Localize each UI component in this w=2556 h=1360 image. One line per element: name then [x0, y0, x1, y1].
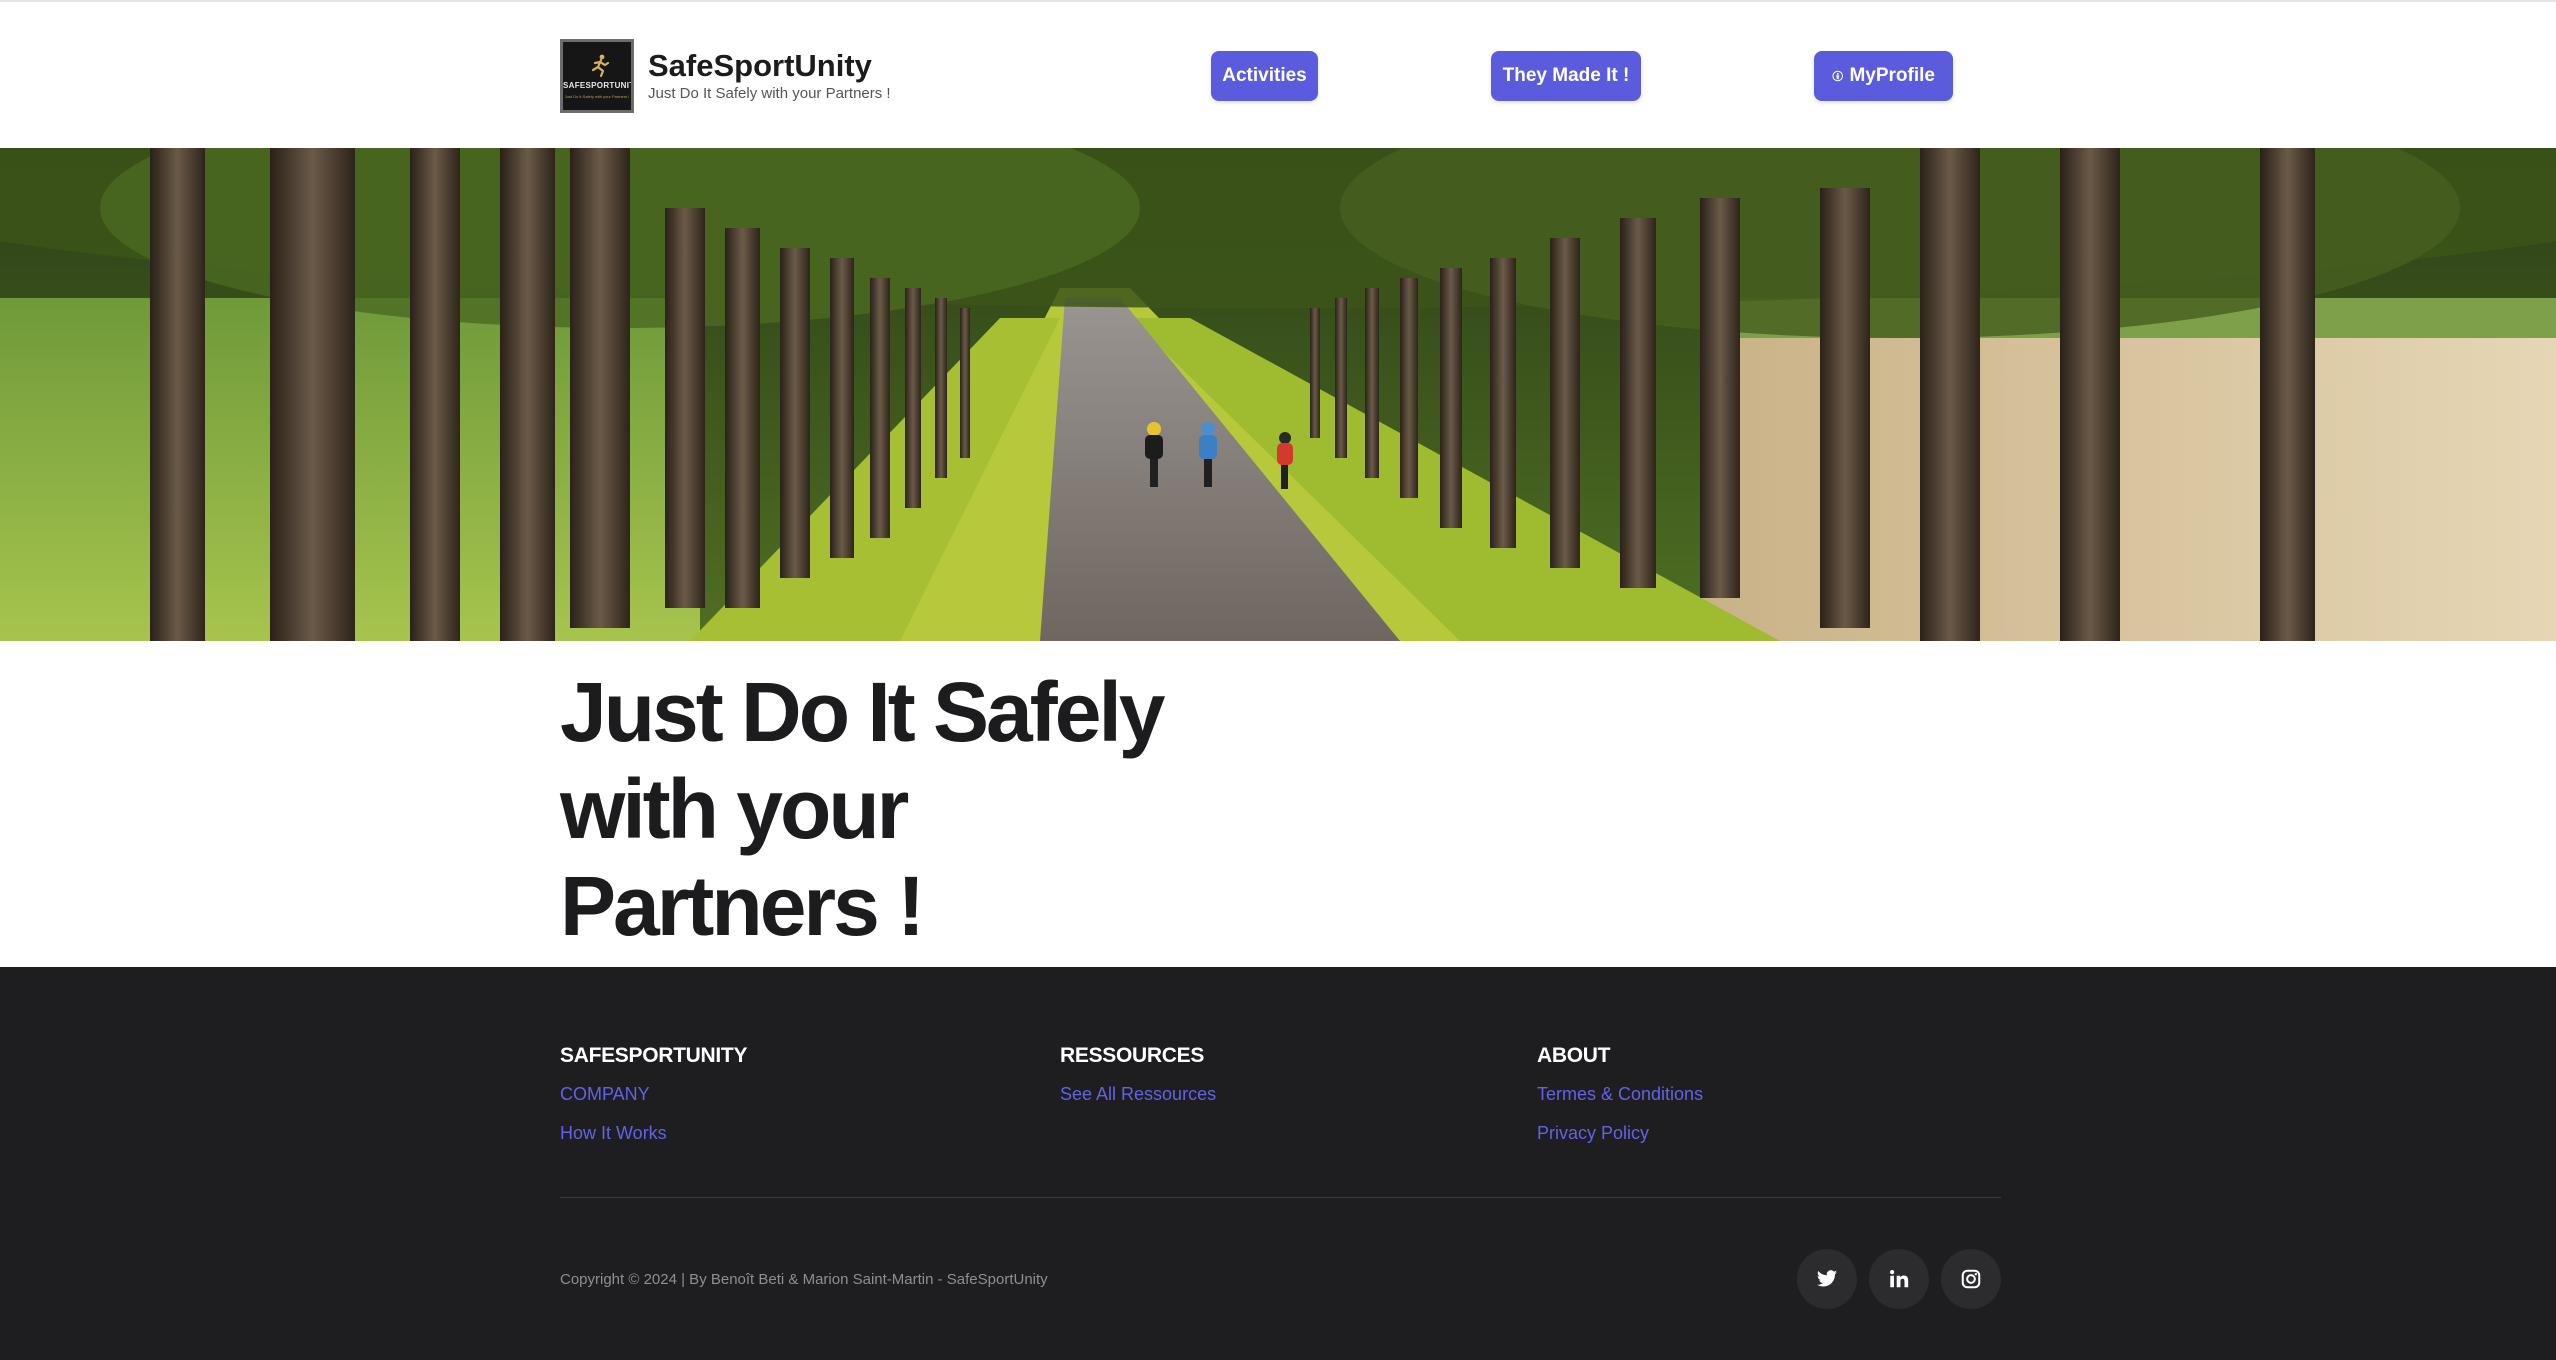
- logo[interactable]: SAFESPORTUNITY Just Do It Safely with yo…: [560, 39, 634, 113]
- brand-name[interactable]: SafeSportUnity: [648, 49, 891, 83]
- footer-column-safesportunity: SAFESPORTUNITY COMPANY How It Works: [560, 1043, 747, 1161]
- page-headline: Just Do It Safely with your Partners !: [560, 665, 1166, 953]
- footer-link-see-all-ressources[interactable]: See All Ressources: [1060, 1083, 1216, 1105]
- footer-column-title: RESSOURCES: [1060, 1044, 1205, 1067]
- runner-logo-icon: [591, 54, 610, 78]
- footer-column-title: SAFESPORTUNITY: [560, 1044, 748, 1067]
- twitter-button[interactable]: [1797, 1249, 1857, 1309]
- footer-link-company[interactable]: COMPANY: [560, 1083, 747, 1105]
- brand-tagline: Just Do It Safely with your Partners !: [648, 85, 891, 102]
- footer-link-privacy-policy[interactable]: Privacy Policy: [1537, 1122, 1703, 1144]
- myprofile-button[interactable]: MyProfile: [1814, 51, 1953, 101]
- brand-text: SafeSportUnity Just Do It Safely with yo…: [648, 49, 891, 103]
- headline-section: Just Do It Safely with your Partners !: [560, 664, 1200, 955]
- footer-link-how-it-works[interactable]: How It Works: [560, 1122, 747, 1144]
- activities-label: Activities: [1222, 65, 1307, 86]
- activities-button[interactable]: Activities: [1211, 51, 1318, 101]
- footer-column-ressources: RESSOURCES See All Ressources: [1060, 1043, 1216, 1122]
- footer-divider: [560, 1197, 2001, 1198]
- hero-scene: [0, 148, 2556, 641]
- page: SAFESPORTUNITY Just Do It Safely with yo…: [0, 0, 2556, 1360]
- person-icon: [1832, 70, 1844, 82]
- linkedin-button[interactable]: [1869, 1249, 1929, 1309]
- copyright-text: Copyright © 2024 | By Benoît Beti & Mari…: [560, 1271, 1048, 1288]
- they-made-it-label: They Made It !: [1502, 65, 1630, 86]
- hero-image: [0, 148, 2556, 641]
- instagram-icon: [1961, 1269, 1981, 1289]
- logo-subtext: Just Do It Safely with your Partners !: [564, 94, 630, 99]
- site-footer: SAFESPORTUNITY COMPANY How It Works RESS…: [0, 967, 2556, 1360]
- logo-text: SAFESPORTUNITY: [563, 81, 634, 90]
- twitter-icon: [1816, 1270, 1838, 1287]
- site-header: SAFESPORTUNITY Just Do It Safely with yo…: [0, 0, 2556, 148]
- footer-column-about: ABOUT Termes & Conditions Privacy Policy: [1537, 1043, 1703, 1161]
- linkedin-icon: [1890, 1270, 1909, 1288]
- footer-link-terms[interactable]: Termes & Conditions: [1537, 1083, 1703, 1105]
- they-made-it-button[interactable]: They Made It !: [1491, 51, 1641, 101]
- instagram-button[interactable]: [1941, 1249, 2001, 1309]
- myprofile-label: MyProfile: [1849, 65, 1935, 86]
- brand[interactable]: SAFESPORTUNITY Just Do It Safely with yo…: [560, 38, 891, 114]
- footer-column-title: ABOUT: [1537, 1044, 1611, 1067]
